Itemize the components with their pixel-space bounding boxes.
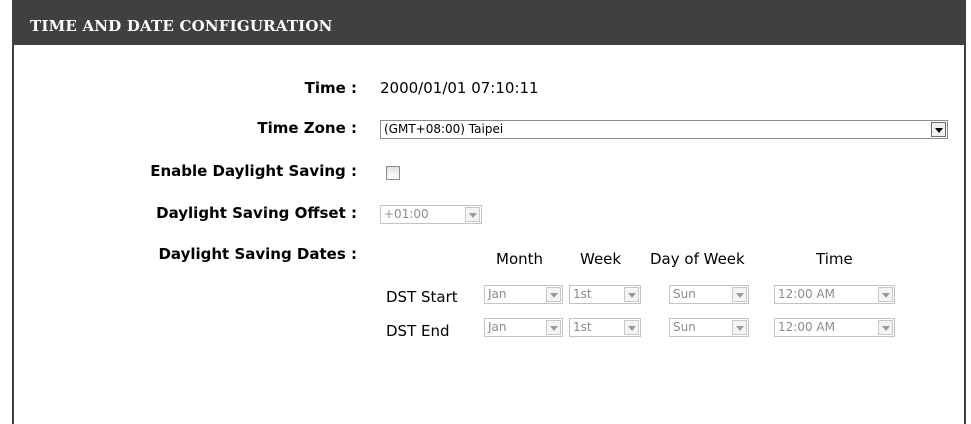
time-zone-select[interactable]: (GMT+08:00) Taipei bbox=[380, 120, 948, 139]
chevron-down-icon[interactable] bbox=[624, 287, 639, 302]
config-panel bbox=[12, 0, 966, 424]
chevron-down-icon[interactable] bbox=[732, 287, 747, 302]
chevron-down-icon[interactable] bbox=[546, 287, 561, 302]
chevron-down-icon[interactable] bbox=[878, 287, 893, 302]
dst-start-month-value: Jan bbox=[488, 287, 507, 301]
dst-start-time-select[interactable]: 12:00 AM bbox=[774, 285, 895, 304]
chevron-down-icon[interactable] bbox=[732, 320, 747, 335]
chevron-down-icon[interactable] bbox=[465, 207, 480, 222]
time-value: 2000/01/01 07:10:11 bbox=[380, 79, 539, 97]
enable-dst-checkbox[interactable] bbox=[386, 166, 400, 180]
dst-start-day-select[interactable]: Sun bbox=[669, 285, 749, 304]
dst-start-month-select[interactable]: Jan bbox=[484, 285, 563, 304]
dst-start-week-value: 1st bbox=[573, 287, 592, 301]
dst-end-week-select[interactable]: 1st bbox=[569, 318, 641, 337]
dst-dates-label: Daylight Saving Dates : bbox=[158, 245, 357, 263]
chevron-down-icon[interactable] bbox=[931, 122, 946, 137]
column-header-week: Week bbox=[580, 250, 622, 268]
dst-end-time-value: 12:00 AM bbox=[778, 320, 835, 334]
column-header-time: Time bbox=[816, 250, 853, 268]
dst-end-label: DST End bbox=[386, 322, 450, 340]
dst-end-month-value: Jan bbox=[488, 320, 507, 334]
section-header: TIME AND DATE CONFIGURATION bbox=[12, 0, 966, 45]
dst-offset-select[interactable]: +01:00 bbox=[380, 205, 482, 224]
dst-start-week-select[interactable]: 1st bbox=[569, 285, 641, 304]
chevron-down-icon[interactable] bbox=[878, 320, 893, 335]
dst-end-day-value: Sun bbox=[673, 320, 696, 334]
dst-offset-label: Daylight Saving Offset : bbox=[156, 204, 357, 222]
time-zone-select-value: (GMT+08:00) Taipei bbox=[384, 122, 504, 136]
dst-start-time-value: 12:00 AM bbox=[778, 287, 835, 301]
column-header-month: Month bbox=[496, 250, 544, 268]
dst-end-day-select[interactable]: Sun bbox=[669, 318, 749, 337]
dst-offset-select-value: +01:00 bbox=[384, 207, 429, 221]
dst-start-day-value: Sun bbox=[673, 287, 696, 301]
enable-dst-label: Enable Daylight Saving : bbox=[150, 162, 357, 180]
chevron-down-icon[interactable] bbox=[624, 320, 639, 335]
column-header-day-of-week: Day of Week bbox=[650, 250, 745, 268]
dst-end-month-select[interactable]: Jan bbox=[484, 318, 563, 337]
dst-end-week-value: 1st bbox=[573, 320, 592, 334]
time-label: Time : bbox=[304, 79, 357, 97]
dst-start-label: DST Start bbox=[386, 288, 458, 306]
chevron-down-icon[interactable] bbox=[546, 320, 561, 335]
dst-end-time-select[interactable]: 12:00 AM bbox=[774, 318, 895, 337]
time-zone-label: Time Zone : bbox=[257, 119, 357, 137]
